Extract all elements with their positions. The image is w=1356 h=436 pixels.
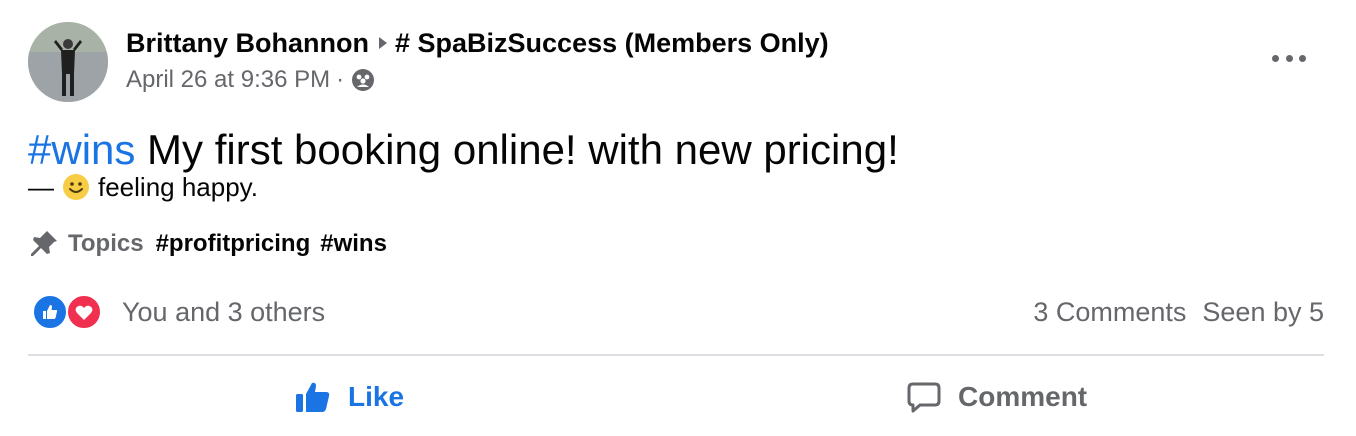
comment-label: Comment bbox=[958, 381, 1088, 412]
thumbs-up-icon bbox=[296, 382, 330, 412]
meta-separator: · bbox=[336, 66, 345, 93]
comment-button[interactable]: Comment bbox=[906, 372, 1087, 422]
more-dot bbox=[1285, 54, 1293, 62]
post-card: Brittany Bohannon # SpaBizSuccess (Member… bbox=[0, 0, 1356, 436]
reaction-count-text: You and 3 others bbox=[122, 296, 326, 327]
post-body: #wins My first booking online! with new … bbox=[28, 124, 899, 176]
post-stats: 3 Comments Seen by 5 bbox=[1033, 292, 1324, 332]
topic-tag-link[interactable]: #profitpricing bbox=[156, 230, 311, 258]
comment-bubble-icon bbox=[907, 382, 941, 413]
more-dot bbox=[1299, 54, 1306, 62]
smiley-icon bbox=[63, 174, 89, 200]
seen-by-link[interactable]: Seen by 5 bbox=[1202, 297, 1324, 328]
love-reaction-icon bbox=[66, 294, 102, 330]
topics-label: Topics bbox=[68, 230, 144, 257]
divider bbox=[28, 354, 1324, 356]
more-dot bbox=[1272, 54, 1279, 62]
comments-count-link[interactable]: 3 Comments bbox=[1033, 297, 1186, 328]
topic-tag-link[interactable]: #wins bbox=[320, 230, 387, 258]
arrow-right-icon bbox=[379, 36, 387, 49]
reactions-summary[interactable]: You and 3 others bbox=[32, 292, 325, 332]
avatar[interactable] bbox=[28, 22, 108, 102]
avatar-photo bbox=[28, 22, 108, 102]
topics-row: Topics #profitpricing #wins bbox=[28, 226, 387, 262]
more-options-button[interactable] bbox=[1272, 44, 1306, 72]
post-text: My first booking online! with new pricin… bbox=[135, 126, 899, 173]
reaction-icons bbox=[32, 293, 106, 331]
post-meta: April 26 at 9:36 PM · bbox=[126, 64, 376, 96]
pushpin-icon bbox=[31, 231, 57, 256]
group-members-icon bbox=[352, 69, 375, 91]
like-button[interactable]: Like bbox=[294, 372, 404, 422]
post-hashtag-link[interactable]: #wins bbox=[28, 126, 135, 173]
post-header-title: Brittany Bohannon # SpaBizSuccess (Member… bbox=[126, 26, 829, 60]
author-name[interactable]: Brittany Bohannon bbox=[126, 28, 369, 58]
feeling-text: feeling happy. bbox=[98, 172, 258, 202]
post-feeling: — feeling happy. bbox=[28, 170, 258, 204]
like-label: Like bbox=[348, 381, 405, 412]
group-name[interactable]: # SpaBizSuccess (Members Only) bbox=[395, 28, 829, 58]
post-timestamp[interactable]: April 26 at 9:36 PM bbox=[126, 64, 330, 96]
like-reaction-icon bbox=[32, 294, 68, 330]
feeling-dash: — bbox=[28, 172, 54, 202]
